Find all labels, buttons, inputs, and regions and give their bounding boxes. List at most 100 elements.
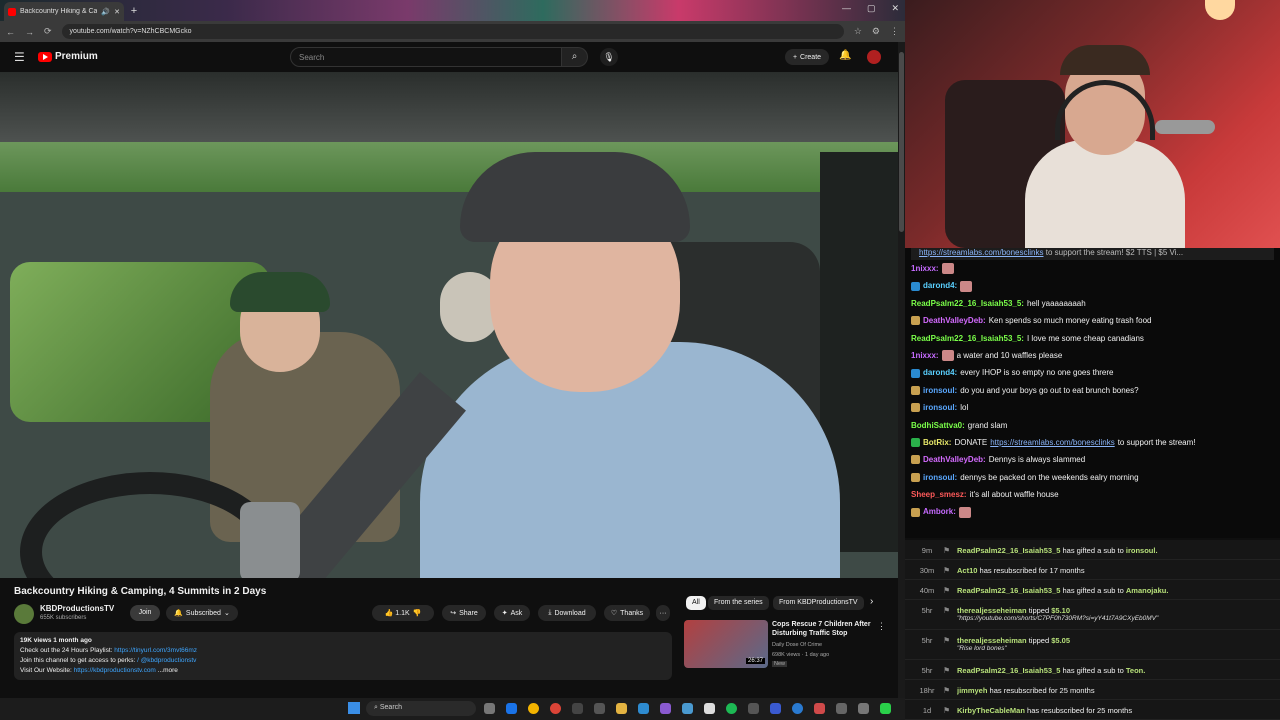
chat-username[interactable]: DeathValleyDeb:: [923, 451, 986, 468]
like-button[interactable]: 👍 1.1K: [385, 609, 410, 617]
related-video-title[interactable]: Cops Rescue 7 Children After Disturbing …: [772, 620, 872, 638]
chat-username[interactable]: 1nixxx:: [911, 260, 939, 277]
account-avatar[interactable]: [867, 50, 881, 64]
kick-icon[interactable]: [880, 703, 891, 714]
create-button[interactable]: + Create: [785, 49, 829, 65]
spotify-icon[interactable]: [726, 703, 737, 714]
url-field[interactable]: youtube.com/watch?v=NZhCBCMGcko: [61, 24, 844, 39]
chat-badge-icon: [911, 403, 920, 413]
browser-menu-icon[interactable]: ⋮: [890, 26, 899, 37]
chat-username[interactable]: ironsoul:: [923, 382, 957, 399]
bookmark-star-icon[interactable]: ☆: [854, 26, 862, 37]
video-frame-driver-cap: [460, 152, 690, 242]
event-username[interactable]: ReadPsalm22_16_Isaiah53_5: [957, 546, 1060, 555]
hamburger-menu-icon[interactable]: ☰: [14, 50, 25, 64]
minimize-button[interactable]: —: [842, 3, 851, 14]
browser-tab[interactable]: Backcountry Hiking & Camp 🔊 ✕: [4, 2, 124, 21]
playlist-link[interactable]: https://tinyurl.com/3mvt66mz: [114, 647, 197, 654]
chat-username[interactable]: BodhiSattva0:: [911, 417, 965, 434]
subscribed-button[interactable]: 🔔 Subscribed ⌄: [166, 605, 238, 621]
youtube-logo[interactable]: Premium: [38, 51, 98, 62]
download-button[interactable]: ⤓ Download: [538, 605, 596, 621]
close-window-button[interactable]: ✕: [892, 3, 900, 14]
maximize-button[interactable]: ▢: [867, 3, 876, 14]
search-input[interactable]: Search: [290, 47, 562, 67]
app-icon[interactable]: [682, 703, 693, 714]
close-tab-icon[interactable]: ✕: [114, 8, 120, 16]
chip-all[interactable]: All: [686, 596, 706, 610]
forward-icon[interactable]: →: [25, 27, 34, 37]
microphone-icon: [1155, 120, 1215, 134]
chat-username[interactable]: Ambork:: [923, 503, 956, 520]
search-button[interactable]: ⌕: [562, 47, 588, 67]
channel-avatar[interactable]: [14, 604, 34, 624]
chat-username[interactable]: ironsoul:: [923, 399, 957, 416]
chips-next-icon[interactable]: ›: [870, 596, 873, 607]
chat-username[interactable]: 1nixxx:: [911, 347, 939, 364]
taskbar-search[interactable]: ⌕ Search: [366, 701, 476, 716]
video-player[interactable]: [0, 72, 898, 578]
new-tab-button[interactable]: +: [128, 5, 140, 17]
app-icon[interactable]: [660, 703, 671, 714]
app-icon[interactable]: [594, 703, 605, 714]
scrollbar-thumb[interactable]: [899, 52, 904, 232]
dislike-button[interactable]: 👎: [413, 609, 422, 617]
app-icon[interactable]: [770, 703, 781, 714]
page-scrollbar[interactable]: [898, 42, 905, 698]
channel-name[interactable]: KBDProductionsTV: [40, 604, 114, 613]
more-link[interactable]: ...more: [158, 667, 178, 674]
chat-username[interactable]: ironsoul:: [923, 469, 957, 486]
chrome-alt-icon[interactable]: [550, 703, 561, 714]
back-icon[interactable]: ←: [6, 27, 15, 37]
event-username[interactable]: therealjesseheiman: [957, 606, 1027, 615]
app-icon[interactable]: [704, 703, 715, 714]
task-view-icon[interactable]: [484, 703, 495, 714]
audio-icon[interactable]: 🔊: [101, 8, 110, 16]
file-explorer-icon[interactable]: [616, 703, 627, 714]
channel-link[interactable]: / @kbdproductionstv: [137, 657, 196, 664]
banner-link[interactable]: https://streamlabs.com/bonesclinks: [919, 248, 1044, 257]
chat-message: BodhiSattva0: grand slam: [911, 417, 1274, 434]
chat-username[interactable]: darond4:: [923, 364, 957, 381]
thanks-button[interactable]: ♡ Thanks: [604, 605, 650, 621]
app-icon[interactable]: [814, 703, 825, 714]
more-actions-button[interactable]: ···: [656, 605, 670, 621]
event-username[interactable]: therealjesseheiman: [957, 636, 1027, 645]
related-video-menu-icon[interactable]: ⋮: [877, 621, 886, 632]
chat-username[interactable]: BotRix:: [923, 434, 951, 451]
event-username[interactable]: Act10: [957, 566, 977, 575]
chrome-icon[interactable]: [528, 703, 539, 714]
chat-username[interactable]: ReadPsalm22_16_Isaiah53_5:: [911, 330, 1024, 347]
event-username[interactable]: jimmyeh: [957, 686, 987, 695]
notifications-bell-icon[interactable]: 🔔: [839, 50, 851, 61]
event-username[interactable]: ReadPsalm22_16_Isaiah53_5: [957, 586, 1060, 595]
join-button[interactable]: Join: [130, 605, 160, 621]
share-button[interactable]: ↪ Share: [442, 605, 486, 621]
chat-text: I love me some cheap canadians: [1026, 333, 1144, 343]
event-username[interactable]: KirbyTheCableMan: [957, 706, 1025, 715]
app-icon[interactable]: [748, 703, 759, 714]
app-icon[interactable]: [836, 703, 847, 714]
video-description[interactable]: 19K views 1 month ago Check out the 24 H…: [14, 632, 672, 680]
app-icon[interactable]: [792, 703, 803, 714]
app-icon[interactable]: [638, 703, 649, 714]
app-icon[interactable]: [572, 703, 583, 714]
extensions-icon[interactable]: ⚙: [872, 26, 880, 37]
related-video-channel[interactable]: Daily Dose Of Crime: [772, 642, 822, 648]
windows-start-icon[interactable]: [348, 702, 360, 714]
chip-from-channel[interactable]: From KBDProductionsTV: [773, 596, 864, 610]
chat-username[interactable]: ReadPsalm22_16_Isaiah53_5:: [911, 295, 1024, 312]
event-username[interactable]: ReadPsalm22_16_Isaiah53_5: [957, 666, 1060, 675]
chat-username[interactable]: Sheep_smesz:: [911, 486, 967, 503]
reload-icon[interactable]: ⟳: [44, 26, 52, 37]
website-link[interactable]: https://kbdproductionstv.com: [74, 667, 156, 674]
chat-username[interactable]: darond4:: [923, 277, 957, 294]
edge-icon[interactable]: [506, 703, 517, 714]
chat-username[interactable]: DeathValleyDeb:: [923, 312, 986, 329]
chat-link[interactable]: https://streamlabs.com/bonesclinks: [990, 434, 1115, 451]
ask-button[interactable]: ✦ Ask: [494, 605, 530, 621]
app-icon[interactable]: [858, 703, 869, 714]
voice-search-button[interactable]: 🎙: [600, 48, 618, 66]
chip-from-series[interactable]: From the series: [708, 596, 769, 610]
chat-banner: https://streamlabs.com/bonesclinks to su…: [911, 248, 1274, 260]
